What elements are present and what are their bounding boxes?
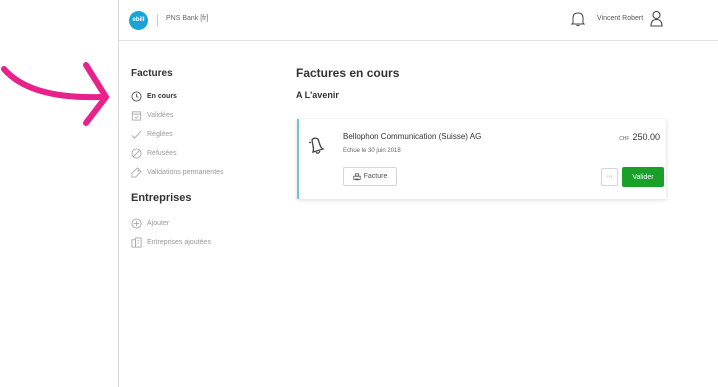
sidebar: Factures En cours Validées Réglées Refus… <box>131 68 281 252</box>
pointer-arrow-icon <box>1 62 109 126</box>
bank-name[interactable]: PNS Bank [fr] <box>166 15 208 22</box>
entreprises-title: Entreprises <box>131 192 192 204</box>
amount-value: 250.00 <box>632 132 660 142</box>
sidebar-item-label: Validations permanentes <box>147 169 224 176</box>
sidebar-item-ajouter[interactable]: Ajouter <box>131 214 281 233</box>
factures-title: Factures <box>131 68 173 79</box>
tag-icon <box>131 167 142 178</box>
more-options-button[interactable]: ··· <box>601 168 618 186</box>
facture-button-label: Facture <box>363 173 388 180</box>
sidebar-item-label: Ajouter <box>147 220 170 227</box>
sidebar-item-label: Réglées <box>147 131 173 138</box>
valider-button[interactable]: Valider <box>622 167 664 187</box>
calendar-icon <box>131 111 142 121</box>
user-name[interactable]: Vincent Robert <box>597 15 643 22</box>
invoice-card[interactable]: Bellophon Communication (Suisse) AG Echu… <box>297 119 666 199</box>
building-icon <box>131 237 142 248</box>
top-bar: ebill PNS Bank [fr] Vincent Robert <box>119 0 718 41</box>
main-content: Factures en cours A L'avenir <box>296 66 696 100</box>
blocked-icon <box>131 148 142 159</box>
sidebar-item-entreprises-ajoutees[interactable]: Entreprises ajoutées <box>131 233 281 252</box>
ebill-logo[interactable]: ebill <box>129 11 148 30</box>
section-title: A L'avenir <box>296 90 339 100</box>
invoice-amount: CHF 250.00 <box>619 132 660 142</box>
facture-button[interactable]: Facture <box>343 167 397 186</box>
sidebar-item-reglees[interactable]: Réglées <box>131 125 281 144</box>
sidebar-item-refusees[interactable]: Refusées <box>131 144 281 163</box>
divider <box>157 14 158 27</box>
sidebar-item-label: Refusées <box>147 150 177 157</box>
invoice-due-date: Echue le 30 juin 2018 <box>343 148 401 154</box>
app-window: ebill PNS Bank [fr] Vincent Robert Factu… <box>118 0 718 387</box>
sidebar-item-validations-permanentes[interactable]: Validations permanentes <box>131 163 281 182</box>
currency-label: CHF <box>619 136 630 142</box>
sidebar-item-label: Entreprises ajoutées <box>147 239 211 246</box>
sidebar-item-validees[interactable]: Validées <box>131 106 281 125</box>
sidebar-item-label: En cours <box>147 93 177 100</box>
print-icon <box>353 172 361 180</box>
user-icon[interactable] <box>650 10 663 27</box>
bell-company-icon <box>308 137 325 154</box>
sidebar-item-label: Validées <box>147 112 174 119</box>
bell-icon[interactable] <box>571 11 585 27</box>
page-title: Factures en cours <box>296 66 400 80</box>
invoice-company: Bellophon Communication (Suisse) AG <box>343 132 482 141</box>
plus-circle-icon <box>131 218 142 229</box>
sidebar-item-en-cours[interactable]: En cours <box>131 87 281 106</box>
clock-icon <box>131 91 142 102</box>
check-icon <box>131 130 142 139</box>
